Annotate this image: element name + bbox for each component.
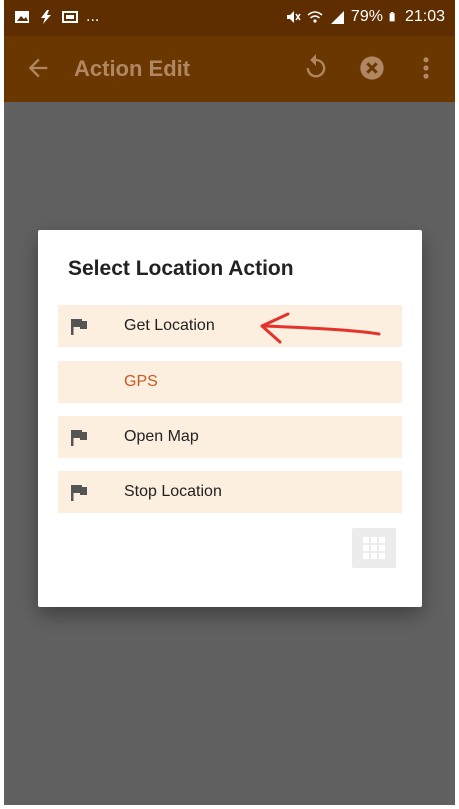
battery-icon (389, 12, 395, 22)
dialog-title: Select Location Action (68, 257, 294, 280)
undo-icon[interactable] (302, 53, 330, 81)
page-title: Action Edit (74, 56, 191, 81)
list-item-label: GPS (124, 373, 158, 390)
grid-icon (363, 537, 385, 559)
back-arrow-icon[interactable] (24, 54, 52, 82)
wifi-icon (307, 11, 323, 23)
list-item-gps[interactable]: GPS (58, 361, 402, 403)
grid-view-button[interactable] (352, 528, 396, 568)
battery-percent: 79% (350, 8, 383, 25)
signal-icon (330, 11, 344, 24)
flag-icon (71, 319, 87, 335)
flag-icon (71, 485, 87, 501)
close-circle-icon[interactable] (358, 54, 386, 82)
app-bar: Action Edit (4, 36, 455, 102)
image-icon (15, 11, 29, 23)
select-location-dialog: Select Location Action Get Location GPS … (38, 230, 422, 607)
annotation-arrow-icon (260, 312, 381, 344)
list-item-label: Open Map (124, 428, 199, 445)
mute-icon (286, 11, 301, 23)
phone-screen: ... 79% 21:03 Action Edit Select Locatio… (4, 0, 455, 805)
more-vert-icon[interactable] (418, 54, 434, 82)
list-item-open-map[interactable]: Open Map (58, 416, 402, 458)
list-item-label: Get Location (124, 317, 215, 334)
list-item-label: Stop Location (124, 483, 222, 500)
clock: 21:03 (404, 8, 445, 25)
list-item-stop-location[interactable]: Stop Location (58, 471, 402, 513)
flag-icon (71, 430, 87, 446)
mail-icon (62, 11, 78, 23)
flash-icon (41, 10, 51, 24)
notification-ellipsis: ... (86, 8, 100, 25)
status-bar: ... 79% 21:03 (4, 0, 455, 36)
